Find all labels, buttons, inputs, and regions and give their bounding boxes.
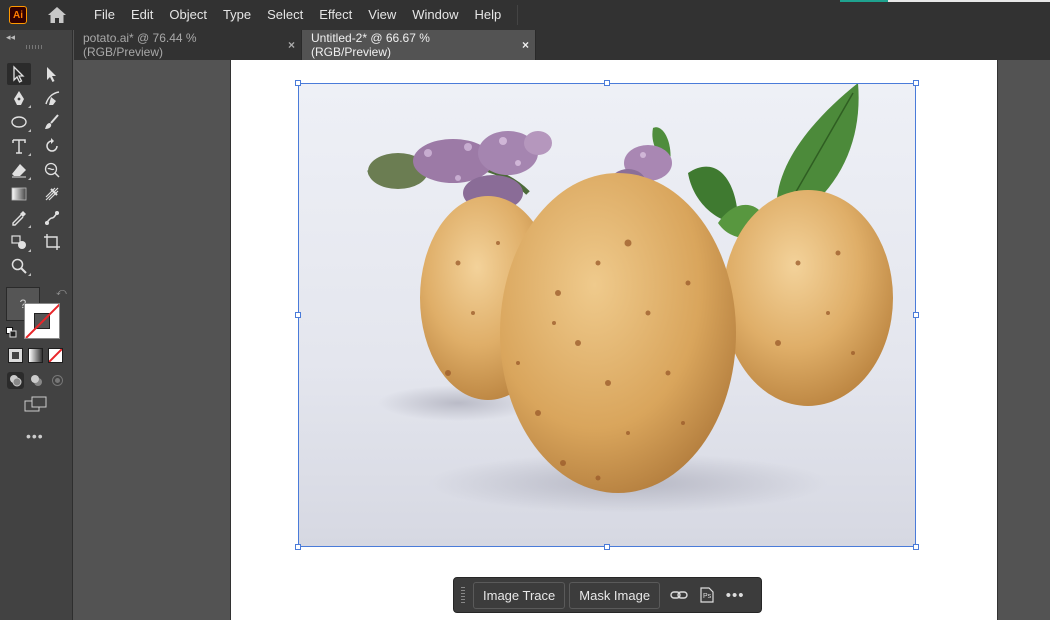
panel-grip[interactable] [26, 45, 44, 49]
eyedropper-tool-icon[interactable] [7, 207, 31, 229]
selection-tool-icon[interactable] [7, 63, 31, 85]
menu-view[interactable]: View [360, 0, 404, 30]
image-trace-button[interactable]: Image Trace [473, 581, 566, 609]
type-tool-icon[interactable] [7, 135, 31, 157]
link-icon[interactable] [666, 582, 692, 608]
contextual-task-bar: Image Trace Mask Image Ps ••• [453, 577, 762, 613]
resize-handle-left[interactable] [295, 312, 301, 318]
menu-items: File Edit Object Type Select Effect View… [86, 0, 519, 30]
color-mode-row [8, 348, 63, 363]
artboard-tool-icon[interactable] [40, 231, 64, 253]
document-tabs: potato.ai* @ 76.44 % (RGB/Preview) × Unt… [74, 30, 1050, 60]
top-accent-bar-light [888, 0, 1050, 2]
ellipse-tool-icon[interactable] [7, 111, 31, 133]
menu-separator [517, 5, 519, 25]
paintbrush-tool-icon[interactable] [40, 111, 64, 133]
photoshop-edit-icon[interactable]: Ps [694, 582, 720, 608]
ps-label: Ps [702, 593, 712, 600]
top-accent-bar [840, 0, 888, 2]
eraser-tool-icon[interactable] [7, 159, 31, 181]
draw-behind-icon[interactable] [28, 372, 45, 389]
none-icon[interactable] [48, 348, 63, 363]
mask-image-button[interactable]: Mask Image [569, 581, 661, 609]
shape-builder-tool-icon[interactable] [7, 231, 31, 253]
screen-mode-icon[interactable] [24, 396, 48, 414]
swap-fill-stroke-icon[interactable]: ⤺ [56, 287, 67, 298]
menu-file[interactable]: File [86, 0, 123, 30]
menu-type[interactable]: Type [215, 0, 259, 30]
close-icon[interactable]: × [288, 38, 295, 52]
curvature-tool-icon[interactable] [40, 87, 64, 109]
tab-potato[interactable]: potato.ai* @ 76.44 % (RGB/Preview) × [74, 30, 302, 60]
none-slash [25, 304, 59, 338]
resize-handle-bottom-right[interactable] [913, 544, 919, 550]
tab-label: potato.ai* @ 76.44 % (RGB/Preview) [83, 31, 197, 59]
gradient-tool-icon[interactable] [7, 183, 31, 205]
menu-bar: Ai File Edit Object Type Select Effect V… [0, 0, 1050, 30]
menu-object[interactable]: Object [161, 0, 215, 30]
resize-handle-bottom[interactable] [604, 544, 610, 550]
menu-edit[interactable]: Edit [123, 0, 161, 30]
default-fill-stroke-icon[interactable] [6, 325, 17, 338]
menu-effect[interactable]: Effect [311, 0, 360, 30]
direct-selection-tool-icon[interactable] [40, 63, 64, 85]
blend-tool-icon[interactable] [40, 207, 64, 229]
resize-handle-top[interactable] [604, 80, 610, 86]
resize-handle-right[interactable] [913, 312, 919, 318]
fill-stroke-widget: ? ⤺ [6, 287, 67, 341]
edit-toolbar-icon[interactable]: ••• [26, 428, 44, 444]
app-logo: Ai [9, 6, 27, 24]
task-bar-grip[interactable] [461, 587, 465, 603]
menu-select[interactable]: Select [259, 0, 311, 30]
tab-label: Untitled-2* @ 66.67 % (RGB/Preview) [311, 31, 430, 59]
resize-handle-bottom-left[interactable] [295, 544, 301, 550]
resize-handle-top-left[interactable] [295, 80, 301, 86]
panel-collapse-icon[interactable]: ◂◂ [6, 32, 15, 43]
more-options-icon[interactable]: ••• [722, 582, 748, 608]
menu-window[interactable]: Window [404, 0, 466, 30]
warp-tool-icon[interactable] [40, 159, 64, 181]
draw-inside-icon[interactable] [49, 372, 66, 389]
selection-bounding-box [298, 83, 916, 547]
color-icon[interactable] [8, 348, 23, 363]
draw-mode-row [7, 372, 66, 389]
zoom-tool-icon[interactable] [7, 255, 31, 277]
resize-handle-top-right[interactable] [913, 80, 919, 86]
pen-tool-icon[interactable] [7, 87, 31, 109]
rotate-tool-icon[interactable] [40, 135, 64, 157]
stroke-swatch[interactable] [24, 303, 60, 339]
tools-panel: ◂◂ ? ⤺ ••• [0, 30, 73, 620]
draw-normal-icon[interactable] [7, 372, 24, 389]
mesh-tool-icon[interactable] [40, 183, 64, 205]
tab-untitled-2[interactable]: Untitled-2* @ 66.67 % (RGB/Preview) × [302, 30, 536, 60]
home-icon[interactable] [45, 3, 69, 27]
close-icon[interactable]: × [522, 38, 529, 52]
gradient-icon[interactable] [28, 348, 43, 363]
menu-help[interactable]: Help [466, 0, 509, 30]
